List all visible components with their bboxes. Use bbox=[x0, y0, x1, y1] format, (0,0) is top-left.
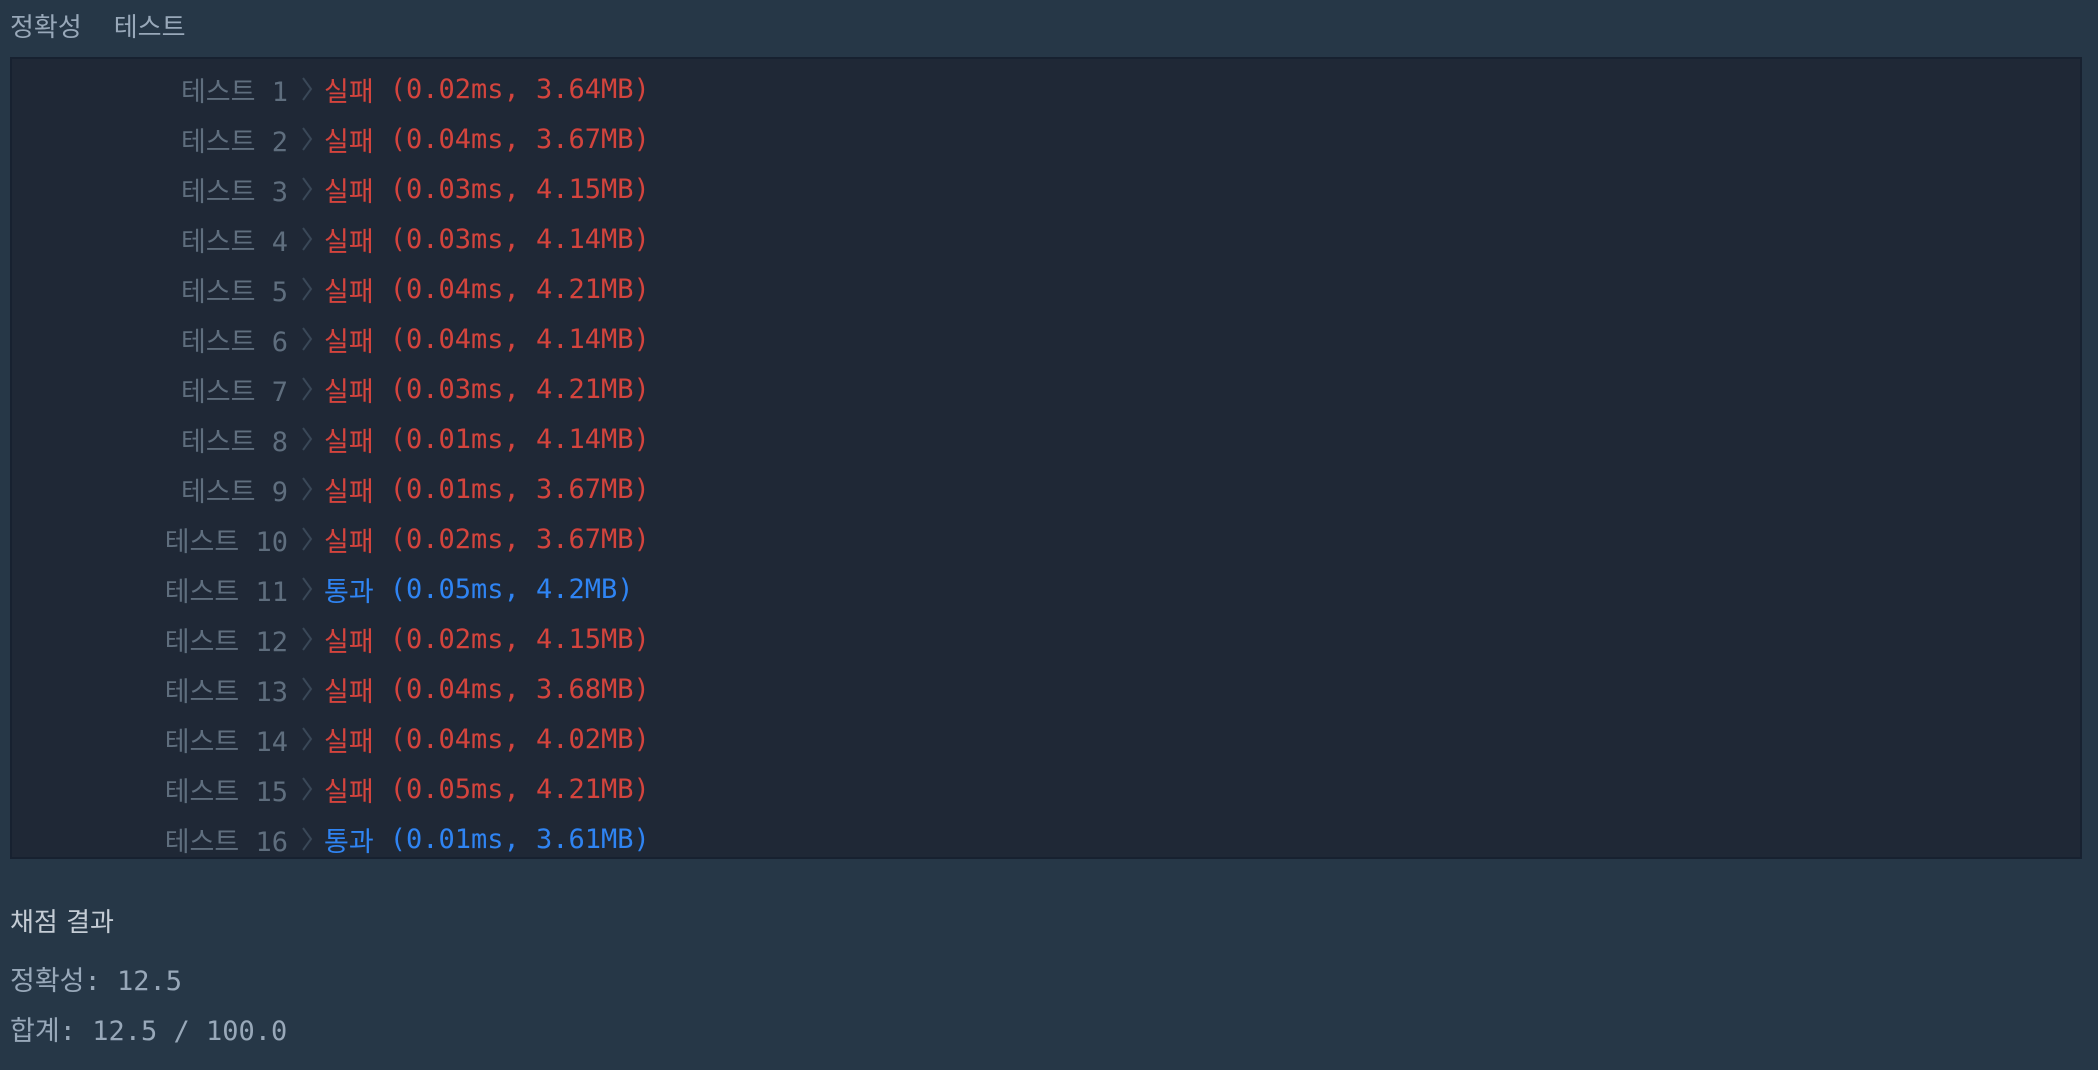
chevron-right-icon bbox=[292, 526, 322, 552]
test-metrics: (0.01ms, 4.14MB) bbox=[389, 423, 650, 455]
test-status: 통과 bbox=[324, 826, 374, 858]
test-name: 테스트 1 bbox=[180, 76, 288, 108]
result-tabs: 정확성 테스트 bbox=[10, 7, 186, 44]
test-name: 테스트 15 bbox=[164, 776, 288, 808]
table-row: 테스트 12 실패 (0.02ms, 4.15MB) bbox=[12, 614, 2080, 664]
chevron-right-icon bbox=[292, 776, 322, 802]
test-name: 테스트 6 bbox=[180, 326, 288, 358]
table-row: 테스트 4 실패 (0.03ms, 4.14MB) bbox=[12, 214, 2080, 264]
test-metrics: (0.05ms, 4.2MB) bbox=[389, 573, 634, 605]
test-status: 실패 bbox=[324, 626, 374, 658]
total-score: 합계: 12.5 / 100.0 bbox=[10, 1016, 288, 1047]
test-metrics: (0.01ms, 3.67MB) bbox=[389, 473, 650, 505]
test-status: 실패 bbox=[324, 376, 374, 408]
table-row: 테스트 9 실패 (0.01ms, 3.67MB) bbox=[12, 464, 2080, 514]
table-row: 테스트 2 실패 (0.04ms, 3.67MB) bbox=[12, 114, 2080, 164]
test-status: 실패 bbox=[324, 726, 374, 758]
table-row: 테스트 10 실패 (0.02ms, 3.67MB) bbox=[12, 514, 2080, 564]
table-row: 테스트 5 실패 (0.04ms, 4.21MB) bbox=[12, 264, 2080, 314]
grading-summary: 채점 결과 정확성: 12.5 합계: 12.5 / 100.0 bbox=[10, 902, 287, 1057]
test-status: 실패 bbox=[324, 326, 374, 358]
test-name: 테스트 5 bbox=[180, 276, 288, 308]
table-row: 테스트 13 실패 (0.04ms, 3.68MB) bbox=[12, 664, 2080, 714]
test-metrics: (0.03ms, 4.21MB) bbox=[389, 373, 650, 405]
test-status: 실패 bbox=[324, 776, 374, 808]
chevron-right-icon bbox=[292, 676, 322, 702]
table-row: 테스트 3 실패 (0.03ms, 4.15MB) bbox=[12, 164, 2080, 214]
test-metrics: (0.02ms, 3.64MB) bbox=[389, 73, 650, 105]
test-status: 실패 bbox=[324, 676, 374, 708]
summary-title: 채점 결과 bbox=[10, 908, 114, 938]
test-status: 실패 bbox=[324, 76, 374, 108]
test-status: 실패 bbox=[324, 176, 374, 208]
test-name: 테스트 16 bbox=[164, 826, 288, 858]
test-name: 테스트 13 bbox=[164, 676, 288, 708]
test-name: 테스트 14 bbox=[164, 726, 288, 758]
chevron-right-icon bbox=[292, 76, 322, 102]
test-results-list: 테스트 1 실패 (0.02ms, 3.64MB) 테스트 2 실패 (0.04ms, 3… bbox=[12, 64, 2080, 858]
chevron-right-icon bbox=[292, 476, 322, 502]
tab-test[interactable]: 테스트 bbox=[114, 7, 186, 44]
test-name: 테스트 11 bbox=[164, 576, 288, 608]
table-row: 테스트 16 통과 (0.01ms, 3.61MB) bbox=[12, 814, 2080, 858]
test-name: 테스트 10 bbox=[164, 526, 288, 558]
test-metrics: (0.04ms, 3.68MB) bbox=[389, 673, 650, 705]
test-status: 실패 bbox=[324, 226, 374, 258]
test-metrics: (0.02ms, 4.15MB) bbox=[389, 623, 650, 655]
chevron-right-icon bbox=[292, 576, 322, 602]
chevron-right-icon bbox=[292, 376, 322, 402]
chevron-right-icon bbox=[292, 326, 322, 352]
accuracy-score: 정확성: 12.5 bbox=[10, 966, 183, 997]
test-metrics: (0.04ms, 4.21MB) bbox=[389, 273, 650, 305]
table-row: 테스트 7 실패 (0.03ms, 4.21MB) bbox=[12, 364, 2080, 414]
table-row: 테스트 15 실패 (0.05ms, 4.21MB) bbox=[12, 764, 2080, 814]
test-name: 테스트 8 bbox=[180, 426, 288, 458]
chevron-right-icon bbox=[292, 126, 322, 152]
chevron-right-icon bbox=[292, 226, 322, 252]
test-name: 테스트 2 bbox=[180, 126, 288, 158]
test-name: 테스트 7 bbox=[180, 376, 288, 408]
test-status: 실패 bbox=[324, 276, 374, 308]
table-row: 테스트 1 실패 (0.02ms, 3.64MB) bbox=[12, 64, 2080, 114]
test-status: 실패 bbox=[324, 526, 374, 558]
table-row: 테스트 14 실패 (0.04ms, 4.02MB) bbox=[12, 714, 2080, 764]
test-name: 테스트 4 bbox=[180, 226, 288, 258]
test-metrics: (0.04ms, 3.67MB) bbox=[389, 123, 650, 155]
test-status: 실패 bbox=[324, 126, 374, 158]
test-status: 실패 bbox=[324, 476, 374, 508]
tab-accuracy[interactable]: 정확성 bbox=[10, 7, 82, 44]
test-status: 통과 bbox=[324, 576, 374, 608]
chevron-right-icon bbox=[292, 726, 322, 752]
test-name: 테스트 3 bbox=[180, 176, 288, 208]
table-row: 테스트 8 실패 (0.01ms, 4.14MB) bbox=[12, 414, 2080, 464]
test-metrics: (0.03ms, 4.14MB) bbox=[389, 223, 650, 255]
test-status: 실패 bbox=[324, 426, 374, 458]
chevron-right-icon bbox=[292, 426, 322, 452]
test-metrics: (0.04ms, 4.14MB) bbox=[389, 323, 650, 355]
test-metrics: (0.03ms, 4.15MB) bbox=[389, 173, 650, 205]
test-name: 테스트 12 bbox=[164, 626, 288, 658]
chevron-right-icon bbox=[292, 626, 322, 652]
test-name: 테스트 9 bbox=[180, 476, 288, 508]
chevron-right-icon bbox=[292, 276, 322, 302]
chevron-right-icon bbox=[292, 826, 322, 852]
table-row: 테스트 6 실패 (0.04ms, 4.14MB) bbox=[12, 314, 2080, 364]
test-metrics: (0.05ms, 4.21MB) bbox=[389, 773, 650, 805]
test-results-panel: 테스트 1 실패 (0.02ms, 3.64MB) 테스트 2 실패 (0.04ms, 3… bbox=[10, 57, 2082, 859]
test-metrics: (0.02ms, 3.67MB) bbox=[389, 523, 650, 555]
test-metrics: (0.04ms, 4.02MB) bbox=[389, 723, 650, 755]
test-metrics: (0.01ms, 3.61MB) bbox=[389, 823, 650, 855]
chevron-right-icon bbox=[292, 176, 322, 202]
table-row: 테스트 11 통과 (0.05ms, 4.2MB) bbox=[12, 564, 2080, 614]
